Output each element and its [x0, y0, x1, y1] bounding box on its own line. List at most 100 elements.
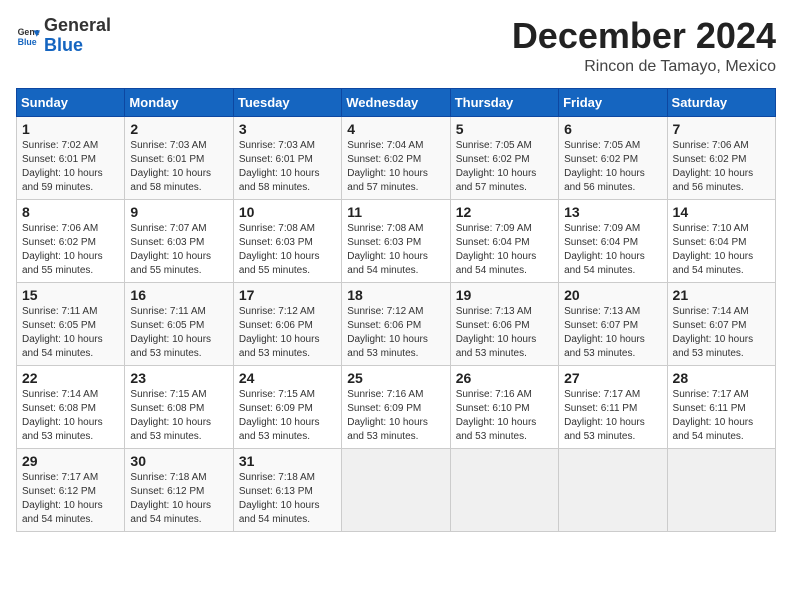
day-number: 10 [239, 204, 336, 220]
day-info: Sunrise: 7:02 AM Sunset: 6:01 PM Dayligh… [22, 139, 119, 195]
calendar-cell: 6 Sunrise: 7:05 AM Sunset: 6:02 PM Daylig… [559, 116, 667, 199]
day-number: 5 [456, 121, 553, 137]
day-number: 15 [22, 287, 119, 303]
day-info: Sunrise: 7:09 AM Sunset: 6:04 PM Dayligh… [564, 222, 661, 278]
day-info: Sunrise: 7:05 AM Sunset: 6:02 PM Dayligh… [564, 139, 661, 195]
day-info: Sunrise: 7:15 AM Sunset: 6:09 PM Dayligh… [239, 388, 336, 444]
day-info: Sunrise: 7:06 AM Sunset: 6:02 PM Dayligh… [22, 222, 119, 278]
day-info: Sunrise: 7:08 AM Sunset: 6:03 PM Dayligh… [347, 222, 444, 278]
day-number: 12 [456, 204, 553, 220]
day-info: Sunrise: 7:12 AM Sunset: 6:06 PM Dayligh… [347, 305, 444, 361]
day-info: Sunrise: 7:13 AM Sunset: 6:06 PM Dayligh… [456, 305, 553, 361]
day-number: 13 [564, 204, 661, 220]
calendar-cell: 26 Sunrise: 7:16 AM Sunset: 6:10 PM Dayli… [450, 365, 558, 448]
calendar-cell: 14Sunrise: 7:10 AM Sunset: 6:04 PM Dayli… [667, 199, 775, 282]
calendar-week-2: 8 Sunrise: 7:06 AM Sunset: 6:02 PM Daylig… [17, 199, 776, 282]
day-info: Sunrise: 7:16 AM Sunset: 6:10 PM Dayligh… [456, 388, 553, 444]
calendar-cell: 8 Sunrise: 7:06 AM Sunset: 6:02 PM Daylig… [17, 199, 125, 282]
calendar-cell: 2Sunrise: 7:03 AM Sunset: 6:01 PM Daylig… [125, 116, 233, 199]
day-number: 31 [239, 453, 336, 469]
calendar-cell: 13 Sunrise: 7:09 AM Sunset: 6:04 PM Dayli… [559, 199, 667, 282]
day-number: 16 [130, 287, 227, 303]
calendar-cell: 30 Sunrise: 7:18 AM Sunset: 6:12 PM Dayli… [125, 448, 233, 531]
logo-icon: General Blue [16, 24, 40, 48]
calendar-cell: 24 Sunrise: 7:15 AM Sunset: 6:09 PM Dayli… [233, 365, 341, 448]
calendar-cell: 29 Sunrise: 7:17 AM Sunset: 6:12 PM Dayli… [17, 448, 125, 531]
day-info: Sunrise: 7:12 AM Sunset: 6:06 PM Dayligh… [239, 305, 336, 361]
calendar-week-4: 22 Sunrise: 7:14 AM Sunset: 6:08 PM Dayli… [17, 365, 776, 448]
calendar-cell: 9 Sunrise: 7:07 AM Sunset: 6:03 PM Daylig… [125, 199, 233, 282]
logo: General Blue General Blue [16, 16, 111, 56]
calendar-day-header-saturday: Saturday [667, 88, 775, 116]
day-number: 24 [239, 370, 336, 386]
calendar-day-header-wednesday: Wednesday [342, 88, 450, 116]
day-number: 23 [130, 370, 227, 386]
calendar-cell: 16 Sunrise: 7:11 AM Sunset: 6:05 PM Dayli… [125, 282, 233, 365]
day-info: Sunrise: 7:10 AM Sunset: 6:04 PM Dayligh… [673, 222, 770, 278]
calendar-cell: 10 Sunrise: 7:08 AM Sunset: 6:03 PM Dayli… [233, 199, 341, 282]
calendar-week-5: 29 Sunrise: 7:17 AM Sunset: 6:12 PM Dayli… [17, 448, 776, 531]
day-info: Sunrise: 7:16 AM Sunset: 6:09 PM Dayligh… [347, 388, 444, 444]
day-info: Sunrise: 7:14 AM Sunset: 6:07 PM Dayligh… [673, 305, 770, 361]
calendar-cell [667, 448, 775, 531]
calendar-week-3: 15 Sunrise: 7:11 AM Sunset: 6:05 PM Dayli… [17, 282, 776, 365]
day-info: Sunrise: 7:06 AM Sunset: 6:02 PM Dayligh… [673, 139, 770, 195]
day-number: 22 [22, 370, 119, 386]
day-number: 18 [347, 287, 444, 303]
calendar-cell: 3Sunrise: 7:03 AM Sunset: 6:01 PM Daylig… [233, 116, 341, 199]
day-info: Sunrise: 7:04 AM Sunset: 6:02 PM Dayligh… [347, 139, 444, 195]
title-area: December 2024 Rincon de Tamayo, Mexico [512, 16, 776, 76]
day-info: Sunrise: 7:05 AM Sunset: 6:02 PM Dayligh… [456, 139, 553, 195]
calendar-day-header-monday: Monday [125, 88, 233, 116]
day-number: 26 [456, 370, 553, 386]
day-number: 6 [564, 121, 661, 137]
calendar-cell: 28 Sunrise: 7:17 AM Sunset: 6:11 PM Dayli… [667, 365, 775, 448]
day-info: Sunrise: 7:07 AM Sunset: 6:03 PM Dayligh… [130, 222, 227, 278]
logo-general-text: General [44, 16, 111, 36]
calendar-cell: 17 Sunrise: 7:12 AM Sunset: 6:06 PM Dayli… [233, 282, 341, 365]
calendar: SundayMondayTuesdayWednesdayThursdayFrid… [16, 88, 776, 532]
calendar-cell: 4 Sunrise: 7:04 AM Sunset: 6:02 PM Daylig… [342, 116, 450, 199]
day-number: 20 [564, 287, 661, 303]
day-info: Sunrise: 7:17 AM Sunset: 6:12 PM Dayligh… [22, 471, 119, 527]
day-info: Sunrise: 7:11 AM Sunset: 6:05 PM Dayligh… [22, 305, 119, 361]
day-number: 9 [130, 204, 227, 220]
day-number: 19 [456, 287, 553, 303]
day-number: 4 [347, 121, 444, 137]
calendar-cell [450, 448, 558, 531]
calendar-header-row: SundayMondayTuesdayWednesdayThursdayFrid… [17, 88, 776, 116]
location-title: Rincon de Tamayo, Mexico [512, 58, 776, 76]
calendar-day-header-tuesday: Tuesday [233, 88, 341, 116]
calendar-cell [342, 448, 450, 531]
calendar-cell: 18 Sunrise: 7:12 AM Sunset: 6:06 PM Dayli… [342, 282, 450, 365]
day-info: Sunrise: 7:03 AM Sunset: 6:01 PM Dayligh… [130, 139, 227, 195]
day-info: Sunrise: 7:15 AM Sunset: 6:08 PM Dayligh… [130, 388, 227, 444]
day-number: 27 [564, 370, 661, 386]
day-info: Sunrise: 7:18 AM Sunset: 6:13 PM Dayligh… [239, 471, 336, 527]
day-info: Sunrise: 7:14 AM Sunset: 6:08 PM Dayligh… [22, 388, 119, 444]
calendar-cell: 15 Sunrise: 7:11 AM Sunset: 6:05 PM Dayli… [17, 282, 125, 365]
day-number: 25 [347, 370, 444, 386]
day-number: 8 [22, 204, 119, 220]
day-number: 30 [130, 453, 227, 469]
day-info: Sunrise: 7:17 AM Sunset: 6:11 PM Dayligh… [673, 388, 770, 444]
day-number: 17 [239, 287, 336, 303]
calendar-cell: 19 Sunrise: 7:13 AM Sunset: 6:06 PM Dayli… [450, 282, 558, 365]
calendar-day-header-sunday: Sunday [17, 88, 125, 116]
calendar-week-1: 1Sunrise: 7:02 AM Sunset: 6:01 PM Daylig… [17, 116, 776, 199]
calendar-cell: 20Sunrise: 7:13 AM Sunset: 6:07 PM Dayli… [559, 282, 667, 365]
day-number: 7 [673, 121, 770, 137]
day-info: Sunrise: 7:08 AM Sunset: 6:03 PM Dayligh… [239, 222, 336, 278]
header: General Blue General Blue December 2024 … [16, 16, 776, 76]
day-number: 28 [673, 370, 770, 386]
day-number: 11 [347, 204, 444, 220]
day-number: 21 [673, 287, 770, 303]
day-info: Sunrise: 7:18 AM Sunset: 6:12 PM Dayligh… [130, 471, 227, 527]
day-info: Sunrise: 7:17 AM Sunset: 6:11 PM Dayligh… [564, 388, 661, 444]
calendar-cell: 7 Sunrise: 7:06 AM Sunset: 6:02 PM Daylig… [667, 116, 775, 199]
svg-text:Blue: Blue [18, 37, 37, 47]
day-number: 29 [22, 453, 119, 469]
calendar-cell: 11 Sunrise: 7:08 AM Sunset: 6:03 PM Dayli… [342, 199, 450, 282]
day-info: Sunrise: 7:11 AM Sunset: 6:05 PM Dayligh… [130, 305, 227, 361]
calendar-cell: 21 Sunrise: 7:14 AM Sunset: 6:07 PM Dayli… [667, 282, 775, 365]
